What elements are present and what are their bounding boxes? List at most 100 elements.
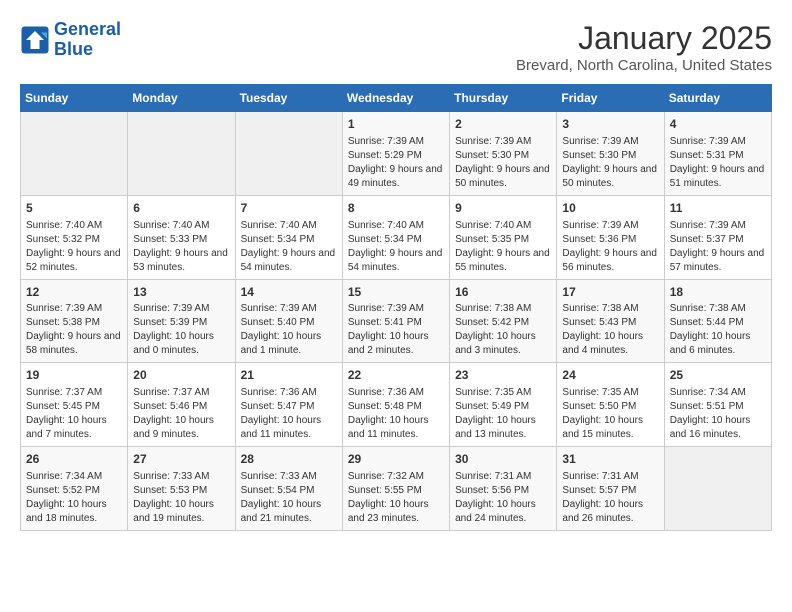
calendar-day-cell: 25Sunrise: 7:34 AM Sunset: 5:51 PM Dayli… [664, 363, 771, 447]
day-of-week-header: Monday [128, 85, 235, 112]
day-info: Sunrise: 7:35 AM Sunset: 5:49 PM Dayligh… [455, 386, 551, 442]
day-info: Sunrise: 7:36 AM Sunset: 5:47 PM Dayligh… [241, 386, 337, 442]
calendar-table: SundayMondayTuesdayWednesdayThursdayFrid… [20, 84, 772, 531]
day-info: Sunrise: 7:38 AM Sunset: 5:44 PM Dayligh… [670, 302, 766, 358]
day-info: Sunrise: 7:37 AM Sunset: 5:45 PM Dayligh… [26, 386, 122, 442]
calendar-day-cell: 9Sunrise: 7:40 AM Sunset: 5:35 PM Daylig… [450, 195, 557, 279]
day-number: 25 [670, 367, 766, 384]
day-number: 26 [26, 451, 122, 468]
day-of-week-header: Thursday [450, 85, 557, 112]
day-info: Sunrise: 7:39 AM Sunset: 5:30 PM Dayligh… [455, 135, 551, 191]
calendar-header-row: SundayMondayTuesdayWednesdayThursdayFrid… [21, 85, 772, 112]
day-of-week-header: Tuesday [235, 85, 342, 112]
calendar-title: January 2025 [516, 20, 772, 57]
calendar-week-row: 5 Sunrise: 7:40 AM Sunset: 5:32 PM Daylig… [21, 195, 772, 279]
day-number: 24 [562, 367, 658, 384]
calendar-day-cell: 15Sunrise: 7:39 AM Sunset: 5:41 PM Dayli… [342, 279, 449, 363]
day-of-week-header: Saturday [664, 85, 771, 112]
logo-line1: General [54, 19, 121, 39]
day-info: Sunrise: 7:39 AM Sunset: 5:38 PM Dayligh… [26, 302, 122, 358]
calendar-day-cell: 29Sunrise: 7:32 AM Sunset: 5:55 PM Dayli… [342, 447, 449, 531]
title-block: January 2025 Brevard, North Carolina, Un… [516, 20, 772, 74]
calendar-day-cell: 1Sunrise: 7:39 AM Sunset: 5:29 PM Daylig… [342, 112, 449, 196]
logo-line2: Blue [54, 39, 93, 59]
calendar-day-cell: 3Sunrise: 7:39 AM Sunset: 5:30 PM Daylig… [557, 112, 664, 196]
calendar-day-cell [21, 112, 128, 196]
calendar-day-cell: 22 Sunrise: 7:36 AM Sunset: 5:48 PM Dayli… [342, 363, 449, 447]
day-info: Sunrise: 7:39 AM Sunset: 5:30 PM Dayligh… [562, 135, 658, 191]
day-info: Sunrise: 7:39 AM Sunset: 5:41 PM Dayligh… [348, 302, 444, 358]
calendar-day-cell: 7 Sunrise: 7:40 AM Sunset: 5:34 PM Daylig… [235, 195, 342, 279]
day-number: 10 [562, 200, 658, 217]
day-of-week-header: Wednesday [342, 85, 449, 112]
day-info: Sunrise: 7:39 AM Sunset: 5:31 PM Dayligh… [670, 135, 766, 191]
calendar-day-cell: 21 Sunrise: 7:36 AM Sunset: 5:47 PM Dayli… [235, 363, 342, 447]
day-number: 5 [26, 200, 122, 217]
calendar-day-cell: 12Sunrise: 7:39 AM Sunset: 5:38 PM Dayli… [21, 279, 128, 363]
day-number: 21 [241, 367, 337, 384]
calendar-day-cell: 5 Sunrise: 7:40 AM Sunset: 5:32 PM Daylig… [21, 195, 128, 279]
day-number: 4 [670, 116, 766, 133]
day-info: Sunrise: 7:40 AM Sunset: 5:33 PM Dayligh… [133, 219, 229, 275]
calendar-day-cell: 26 Sunrise: 7:34 AM Sunset: 5:52 PM Dayli… [21, 447, 128, 531]
calendar-day-cell: 18Sunrise: 7:38 AM Sunset: 5:44 PM Dayli… [664, 279, 771, 363]
day-info: Sunrise: 7:31 AM Sunset: 5:56 PM Dayligh… [455, 470, 551, 526]
calendar-day-cell: 14Sunrise: 7:39 AM Sunset: 5:40 PM Dayli… [235, 279, 342, 363]
calendar-day-cell: 19 Sunrise: 7:37 AM Sunset: 5:45 PM Dayli… [21, 363, 128, 447]
calendar-day-cell: 31 Sunrise: 7:31 AM Sunset: 5:57 PM Dayli… [557, 447, 664, 531]
day-number: 11 [670, 200, 766, 217]
day-info: Sunrise: 7:36 AM Sunset: 5:48 PM Dayligh… [348, 386, 444, 442]
day-info: Sunrise: 7:33 AM Sunset: 5:53 PM Dayligh… [133, 470, 229, 526]
calendar-day-cell: 8Sunrise: 7:40 AM Sunset: 5:34 PM Daylig… [342, 195, 449, 279]
calendar-day-cell: 16Sunrise: 7:38 AM Sunset: 5:42 PM Dayli… [450, 279, 557, 363]
day-number: 31 [562, 451, 658, 468]
day-of-week-header: Sunday [21, 85, 128, 112]
day-info: Sunrise: 7:35 AM Sunset: 5:50 PM Dayligh… [562, 386, 658, 442]
calendar-week-row: 26 Sunrise: 7:34 AM Sunset: 5:52 PM Dayli… [21, 447, 772, 531]
day-info: Sunrise: 7:34 AM Sunset: 5:52 PM Dayligh… [26, 470, 122, 526]
day-number: 1 [348, 116, 444, 133]
calendar-day-cell: 17Sunrise: 7:38 AM Sunset: 5:43 PM Dayli… [557, 279, 664, 363]
day-number: 2 [455, 116, 551, 133]
calendar-day-cell: 11 Sunrise: 7:39 AM Sunset: 5:37 PM Dayli… [664, 195, 771, 279]
day-number: 27 [133, 451, 229, 468]
day-info: Sunrise: 7:33 AM Sunset: 5:54 PM Dayligh… [241, 470, 337, 526]
day-number: 19 [26, 367, 122, 384]
calendar-day-cell: 24 Sunrise: 7:35 AM Sunset: 5:50 PM Dayli… [557, 363, 664, 447]
day-info: Sunrise: 7:31 AM Sunset: 5:57 PM Dayligh… [562, 470, 658, 526]
day-info: Sunrise: 7:40 AM Sunset: 5:32 PM Dayligh… [26, 219, 122, 275]
calendar-day-cell [235, 112, 342, 196]
calendar-week-row: 19 Sunrise: 7:37 AM Sunset: 5:45 PM Dayli… [21, 363, 772, 447]
day-info: Sunrise: 7:39 AM Sunset: 5:36 PM Dayligh… [562, 219, 658, 275]
calendar-day-cell: 28 Sunrise: 7:33 AM Sunset: 5:54 PM Dayli… [235, 447, 342, 531]
day-number: 20 [133, 367, 229, 384]
calendar-day-cell [664, 447, 771, 531]
day-number: 13 [133, 284, 229, 301]
day-info: Sunrise: 7:39 AM Sunset: 5:37 PM Dayligh… [670, 219, 766, 275]
day-number: 22 [348, 367, 444, 384]
day-number: 30 [455, 451, 551, 468]
day-number: 12 [26, 284, 122, 301]
logo-text: General Blue [54, 20, 121, 60]
calendar-day-cell: 13Sunrise: 7:39 AM Sunset: 5:39 PM Dayli… [128, 279, 235, 363]
calendar-week-row: 1Sunrise: 7:39 AM Sunset: 5:29 PM Daylig… [21, 112, 772, 196]
day-number: 17 [562, 284, 658, 301]
day-info: Sunrise: 7:38 AM Sunset: 5:43 PM Dayligh… [562, 302, 658, 358]
day-number: 28 [241, 451, 337, 468]
calendar-subtitle: Brevard, North Carolina, United States [516, 57, 772, 74]
day-number: 16 [455, 284, 551, 301]
day-info: Sunrise: 7:40 AM Sunset: 5:35 PM Dayligh… [455, 219, 551, 275]
calendar-day-cell: 10 Sunrise: 7:39 AM Sunset: 5:36 PM Dayli… [557, 195, 664, 279]
day-number: 18 [670, 284, 766, 301]
day-info: Sunrise: 7:38 AM Sunset: 5:42 PM Dayligh… [455, 302, 551, 358]
day-info: Sunrise: 7:40 AM Sunset: 5:34 PM Dayligh… [241, 219, 337, 275]
calendar-day-cell: 20 Sunrise: 7:37 AM Sunset: 5:46 PM Dayli… [128, 363, 235, 447]
day-number: 7 [241, 200, 337, 217]
day-info: Sunrise: 7:37 AM Sunset: 5:46 PM Dayligh… [133, 386, 229, 442]
calendar-day-cell: 6Sunrise: 7:40 AM Sunset: 5:33 PM Daylig… [128, 195, 235, 279]
day-number: 29 [348, 451, 444, 468]
calendar-day-cell: 30 Sunrise: 7:31 AM Sunset: 5:56 PM Dayli… [450, 447, 557, 531]
day-info: Sunrise: 7:39 AM Sunset: 5:39 PM Dayligh… [133, 302, 229, 358]
calendar-day-cell: 2 Sunrise: 7:39 AM Sunset: 5:30 PM Daylig… [450, 112, 557, 196]
day-number: 15 [348, 284, 444, 301]
